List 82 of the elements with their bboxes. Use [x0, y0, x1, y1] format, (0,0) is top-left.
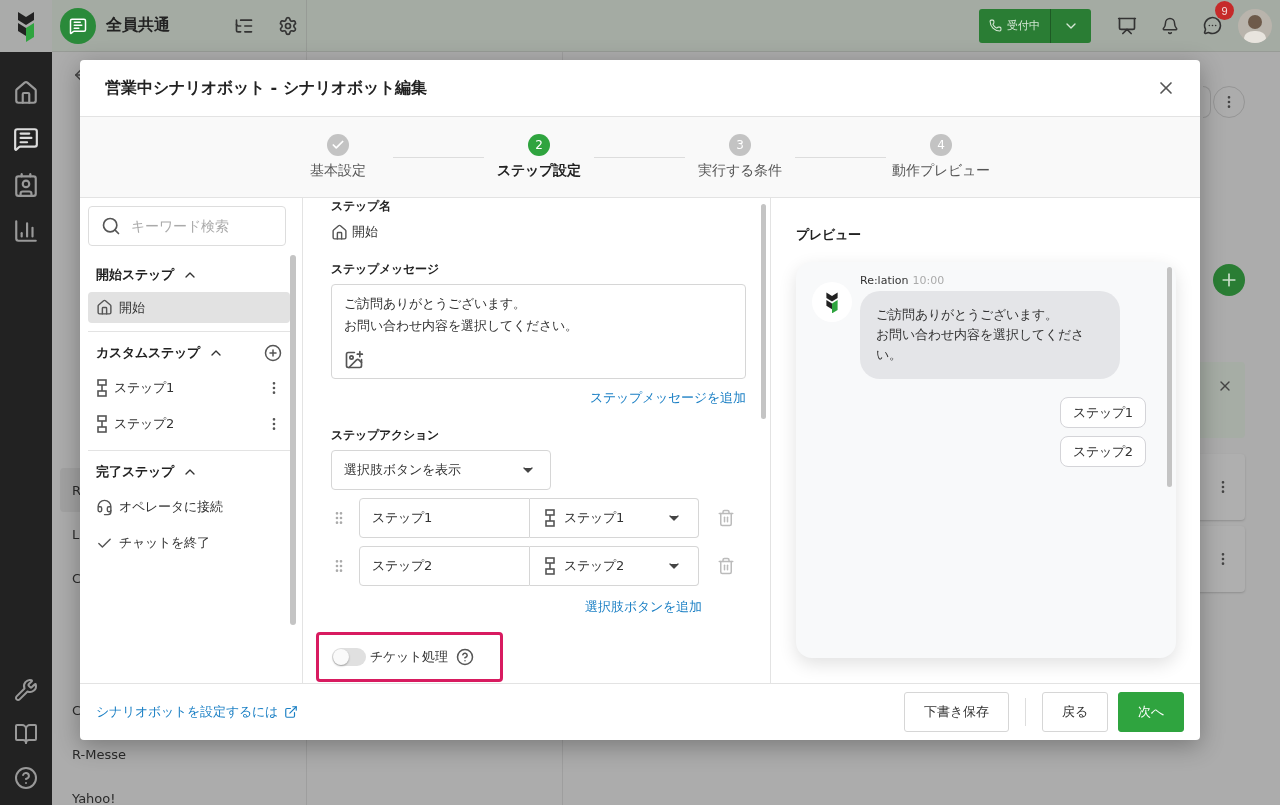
choice-target-select[interactable]: ステップ1	[530, 498, 699, 538]
book-icon[interactable]	[14, 722, 38, 746]
step-name: 開始	[352, 223, 378, 241]
step-icon	[544, 509, 556, 527]
phone-icon	[989, 19, 1002, 32]
workspace-name: 全員共通	[106, 15, 171, 36]
home-icon	[96, 299, 113, 316]
step-item-label: チャットを終了	[119, 534, 210, 552]
message-line: ご訪問ありがとうございます。	[344, 295, 527, 313]
message-line: お問い合わせ内容を選択してください。	[344, 317, 579, 335]
section-title: カスタムステップ	[96, 344, 200, 362]
logo-icon	[16, 9, 36, 42]
step-label: 動作プレビュー	[892, 162, 990, 180]
choice-target-select[interactable]: ステップ2	[530, 546, 699, 586]
sender-name: Re:lation	[860, 274, 909, 287]
preview-title: プレビュー	[796, 226, 862, 244]
chart-icon[interactable]	[13, 218, 39, 244]
message-time: 10:00	[912, 274, 945, 287]
choice-chip[interactable]: ステップ2	[1059, 436, 1146, 467]
scrollbar[interactable]	[290, 255, 296, 625]
step-icon	[96, 415, 108, 433]
action-select[interactable]: 選択肢ボタンを表示	[331, 450, 551, 490]
add-step-icon[interactable]	[264, 344, 282, 362]
step-icon	[96, 379, 108, 397]
step-item-label: ステップ1	[114, 379, 175, 397]
scrollbar[interactable]	[1167, 267, 1172, 487]
help-icon[interactable]	[456, 648, 474, 666]
field-label: ステップアクション	[331, 427, 440, 444]
search-icon	[101, 216, 121, 236]
ticket-toggle[interactable]	[332, 648, 366, 666]
message-line: ご訪問ありがとうございます。	[876, 306, 1059, 324]
choice-chip[interactable]: ステップ1	[1059, 397, 1146, 428]
wrench-icon[interactable]	[14, 678, 38, 702]
home-icon	[331, 223, 348, 241]
dialog-title: 営業中シナリオボット - シナリオボット編集	[105, 77, 427, 99]
notification-badge: 9	[1215, 1, 1234, 20]
step-number: 2	[528, 134, 550, 156]
add-choice-link[interactable]: 選択肢ボタンを追加	[585, 598, 702, 616]
step-label: 基本設定	[310, 162, 366, 180]
chat-button[interactable]: 9	[1191, 4, 1234, 47]
contact-icon[interactable]	[13, 172, 39, 198]
step-number: 3	[729, 134, 751, 156]
help-icon[interactable]	[14, 766, 38, 790]
step-label: ステップ設定	[497, 162, 581, 180]
step-item[interactable]: 開始	[88, 292, 290, 323]
choice-label-field[interactable]: ステップ2	[359, 546, 530, 586]
step-number: 4	[930, 134, 952, 156]
field-label: ステップメッセージ	[331, 261, 440, 278]
workspace-icon[interactable]	[60, 7, 96, 44]
chat-icon	[1203, 16, 1222, 35]
field-label: ステップ名	[331, 198, 392, 215]
settings-icon[interactable]	[278, 15, 298, 36]
step-item-label: 開始	[119, 298, 145, 317]
add-message-link[interactable]: ステップメッセージを追加	[590, 389, 746, 407]
step-item-label: ステップ2	[114, 415, 175, 433]
help-link[interactable]: シナリオボットを設定するには	[96, 703, 298, 721]
section-title: 完了ステップ	[96, 463, 174, 481]
search-field[interactable]: キーワード検索	[88, 206, 286, 246]
ticket-label: チケット処理	[370, 648, 448, 666]
list-item[interactable]: Yahoo!	[72, 776, 306, 805]
home-icon[interactable]	[13, 80, 39, 106]
step-item[interactable]: チャットを終了	[88, 525, 290, 561]
image-add-icon[interactable]	[344, 350, 364, 370]
scrollbar[interactable]	[761, 204, 766, 419]
choice-label-field[interactable]: ステップ1	[359, 498, 530, 538]
external-link-icon	[284, 705, 298, 719]
save-draft-button[interactable]: 下書き保存	[904, 692, 1009, 732]
logo-icon	[825, 290, 839, 314]
step-icon	[544, 557, 556, 575]
step-item-label: オペレータに接続	[119, 498, 223, 516]
add-button[interactable]	[1213, 264, 1245, 296]
message-icon[interactable]	[13, 126, 39, 152]
step-item[interactable]: ステップ2	[88, 406, 290, 442]
step-label: 実行する条件	[698, 162, 782, 180]
message-line: お問い合わせ内容を選択してください。	[876, 326, 1085, 364]
user-avatar[interactable]	[1238, 8, 1272, 43]
step-item[interactable]: ステップ1	[88, 370, 290, 406]
step-item[interactable]: オペレータに接続	[88, 489, 290, 525]
headset-icon	[96, 498, 113, 516]
section-title: 開始ステップ	[96, 266, 174, 284]
back-button[interactable]: 戻る	[1042, 692, 1108, 732]
message-field[interactable]: ご訪問ありがとうございます。 お問い合わせ内容を選択してください。	[331, 284, 746, 379]
